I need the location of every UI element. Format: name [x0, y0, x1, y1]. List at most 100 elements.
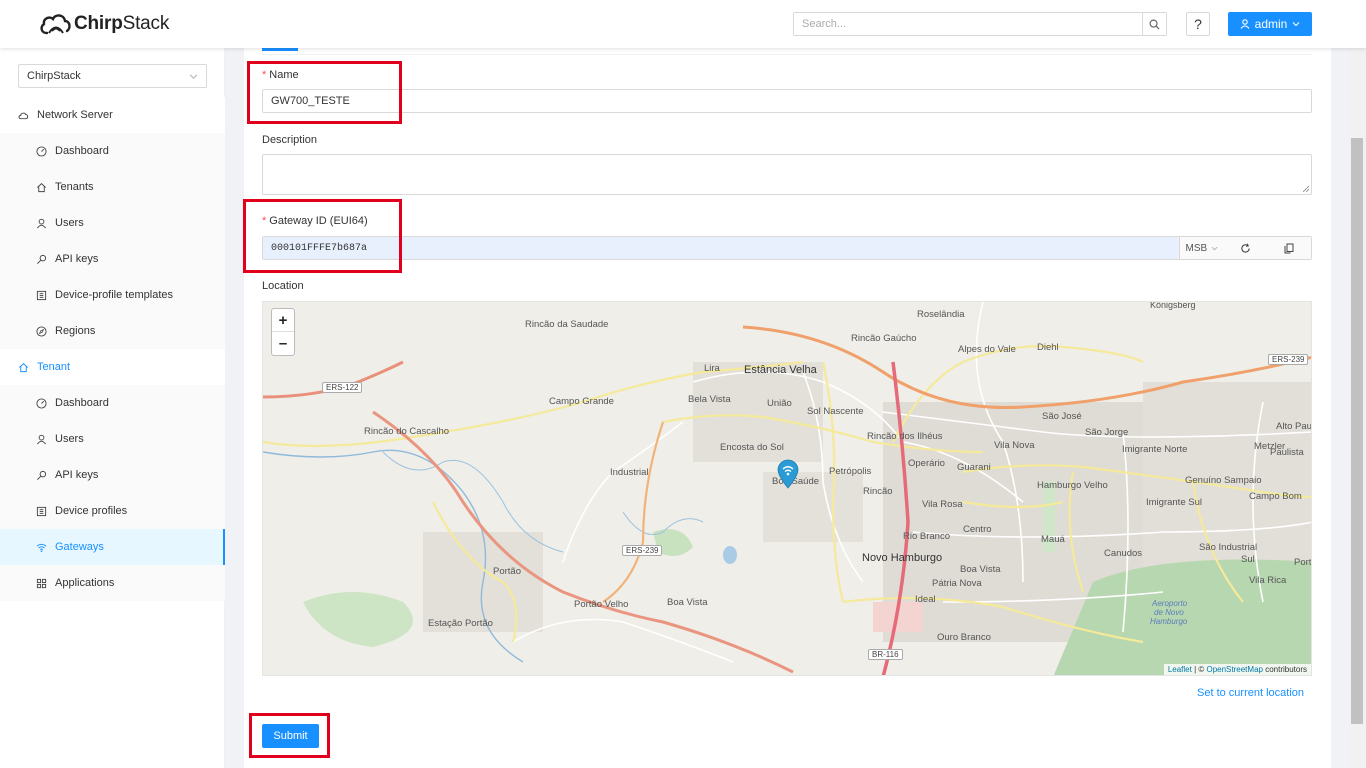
- location-label: Location: [262, 280, 304, 292]
- sidebar-item-device-profile-templates[interactable]: Device-profile templates: [0, 277, 225, 313]
- sidebar-item-label: Device profiles: [55, 505, 128, 517]
- name-input[interactable]: GW700_TESTE: [262, 89, 1312, 113]
- gateway-id-addons: MSB: [1179, 237, 1311, 259]
- zoom-in-button[interactable]: +: [272, 309, 294, 332]
- road-shield: BR-116: [868, 649, 903, 660]
- resize-handle-icon: [1303, 186, 1309, 192]
- description-textarea[interactable]: [262, 154, 1312, 195]
- map-label: Novo Hamburgo: [862, 552, 943, 564]
- copy-button[interactable]: [1267, 237, 1311, 259]
- map-label: São Jorge: [1085, 427, 1129, 438]
- cloud-icon: [18, 112, 29, 119]
- template-icon: [36, 506, 47, 516]
- highlight-box-gateway-id: [243, 199, 402, 273]
- sidebar-item-applications[interactable]: Applications: [0, 565, 225, 601]
- sidebar-item-ns-dashboard[interactable]: Dashboard: [0, 133, 225, 169]
- map-label: Genuíno Sampaio: [1185, 475, 1262, 486]
- map-label: Hamburgo: [1150, 617, 1188, 626]
- sidebar-item-label: Users: [55, 217, 84, 229]
- dashboard-icon: [36, 145, 47, 157]
- map-label: Guarani: [957, 462, 991, 473]
- map-label: Alto Paulista: [1276, 421, 1312, 432]
- refresh-icon: [1241, 243, 1250, 253]
- sidebar-item-device-profiles[interactable]: Device profiles: [0, 493, 225, 529]
- map-attribution: Leaflet | © OpenStreetMap contributors: [1163, 664, 1311, 675]
- search-button[interactable]: [1142, 13, 1166, 35]
- map-label: Rincão: [863, 486, 893, 497]
- sidebar-item-tenant-api-keys[interactable]: API keys: [0, 457, 225, 493]
- map-label: Portão: [493, 566, 521, 577]
- openstreetmap-link[interactable]: OpenStreetMap: [1206, 665, 1262, 674]
- active-tab-indicator: [262, 48, 298, 51]
- map-label: Operário: [908, 458, 945, 469]
- search-input[interactable]: [794, 13, 1142, 35]
- map-label: Boa Vista: [667, 597, 708, 608]
- map-label: Pátria Nova: [932, 578, 982, 589]
- road-shield: ERS-239: [622, 545, 663, 556]
- search-icon: [1149, 19, 1160, 30]
- tab-divider: [262, 54, 1312, 55]
- tenant-select[interactable]: ChirpStack: [18, 64, 207, 88]
- help-button[interactable]: ?: [1186, 12, 1210, 36]
- gateway-location-marker[interactable]: [776, 459, 800, 489]
- map-label: Canudos: [1104, 548, 1143, 559]
- map-label: de Novo: [1154, 608, 1184, 617]
- byte-order-select[interactable]: MSB: [1180, 237, 1224, 259]
- map-label: União: [767, 398, 792, 409]
- sidebar-item-label: API keys: [55, 469, 99, 481]
- home-icon: [19, 362, 28, 372]
- set-current-location-link[interactable]: Set to current location: [1197, 687, 1304, 699]
- location-map[interactable]: + – Königsberg Roselândia Rincão da Saud…: [262, 301, 1312, 676]
- key-icon: [37, 254, 47, 264]
- map-label: Porto Bl: [1294, 557, 1312, 568]
- sidebar-item-gateways[interactable]: Gateways: [0, 529, 225, 565]
- map-label: Vila Rica: [1249, 575, 1287, 586]
- chevron-down-icon: [189, 73, 198, 79]
- chirpstack-logo[interactable]: ChirpStack: [38, 10, 169, 38]
- sidebar-item-tenants[interactable]: Tenants: [0, 169, 225, 205]
- user-menu-label: admin: [1254, 17, 1288, 31]
- map-label: Centro: [963, 524, 992, 535]
- map-zoom-control: + –: [271, 308, 295, 356]
- sidebar-item-label: Gateways: [55, 541, 104, 553]
- sidebar-item-ns-users[interactable]: Users: [0, 205, 225, 241]
- map-label: Sol Nascente: [807, 406, 864, 417]
- map-label: São Industrial: [1199, 542, 1258, 553]
- sidebar-item-label: Device-profile templates: [55, 289, 173, 301]
- map-label: Diehl: [1037, 342, 1059, 353]
- map-label: Estação Portão: [428, 618, 493, 629]
- menu-group-label: Tenant: [37, 361, 71, 373]
- menu-group-network-server[interactable]: Network Server: [0, 97, 225, 133]
- description-label: Description: [262, 134, 318, 146]
- map-label: Roselândia: [917, 309, 965, 320]
- map-label: Campo Grande: [549, 396, 614, 407]
- menu-group-tenant[interactable]: Tenant: [0, 349, 225, 385]
- map-label: Portão Velho: [574, 599, 629, 610]
- sidebar-item-label: Dashboard: [55, 145, 109, 157]
- leaflet-link[interactable]: Leaflet: [1168, 665, 1192, 674]
- search-box: [793, 12, 1167, 36]
- zoom-out-button[interactable]: –: [272, 332, 294, 355]
- sidebar-item-label: Dashboard: [55, 397, 109, 409]
- cloud-logo-icon: [40, 14, 71, 35]
- dashboard-icon: [36, 397, 47, 409]
- sidebar-item-ns-api-keys[interactable]: API keys: [0, 241, 225, 277]
- user-icon: [37, 218, 46, 228]
- map-label: Boa Vista: [960, 564, 1001, 575]
- sidebar-item-tenant-dashboard[interactable]: Dashboard: [0, 385, 225, 421]
- road-shield: ERS-122: [322, 382, 363, 393]
- highlight-box-name: [247, 61, 402, 124]
- key-icon: [37, 470, 47, 480]
- sidebar-item-regions[interactable]: Regions: [0, 313, 225, 349]
- byte-order-value: MSB: [1185, 242, 1208, 254]
- road-shield: ERS-239: [1268, 354, 1309, 365]
- user-menu-button[interactable]: admin: [1228, 12, 1312, 36]
- page-scrollbar-thumb[interactable]: [1351, 138, 1363, 724]
- map-label: Campo Bom: [1249, 491, 1302, 502]
- refresh-button[interactable]: [1224, 237, 1268, 259]
- sidebar-item-tenant-users[interactable]: Users: [0, 421, 225, 457]
- map-label: Lira: [704, 363, 720, 374]
- map-label: Königsberg: [1150, 301, 1196, 310]
- map-label: Aeroporto: [1152, 599, 1188, 608]
- highlight-box-submit: [249, 713, 330, 758]
